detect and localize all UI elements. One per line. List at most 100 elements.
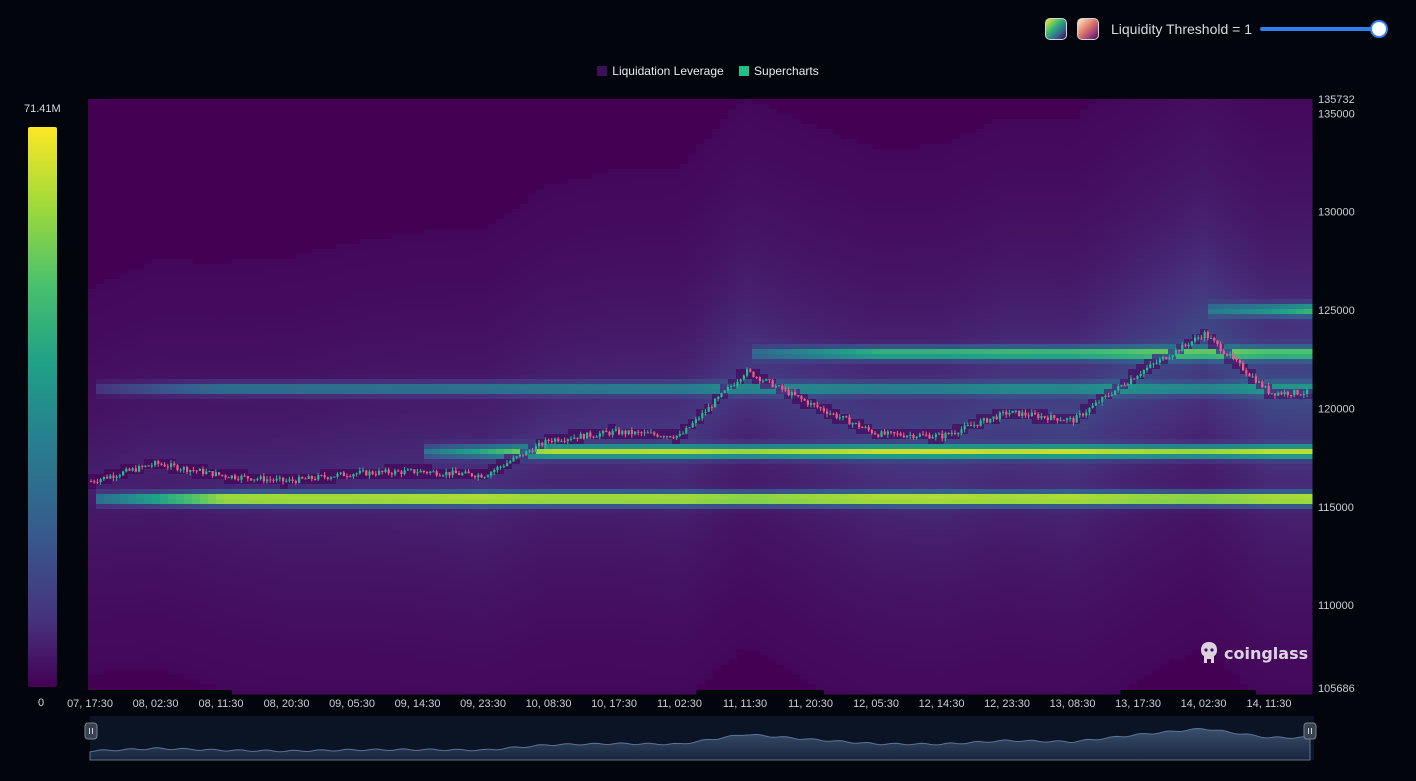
heatmap-cell bbox=[256, 329, 265, 335]
heatmap-cell bbox=[104, 629, 113, 635]
heatmap-cell bbox=[328, 549, 337, 555]
heatmap-cell bbox=[440, 424, 449, 430]
heatmap-cell bbox=[128, 329, 137, 335]
heatmap-cell bbox=[168, 499, 177, 505]
heatmap-cell bbox=[384, 269, 393, 275]
heatmap-cell bbox=[200, 399, 209, 405]
heatmap-cell bbox=[416, 409, 425, 415]
heatmap-cell bbox=[232, 649, 241, 655]
heatmap-cell bbox=[264, 594, 273, 600]
heatmap-cell bbox=[120, 394, 129, 400]
heatmap-cell bbox=[248, 624, 257, 630]
heatmap-cell bbox=[264, 654, 273, 660]
heatmap-cell bbox=[424, 569, 433, 575]
heatmap-cell bbox=[344, 379, 353, 385]
heatmap-cell bbox=[440, 619, 449, 625]
heatmap-cell bbox=[528, 374, 537, 380]
heatmap-cell bbox=[344, 664, 353, 670]
heatmap-cell bbox=[320, 529, 329, 535]
heatmap-cell bbox=[448, 644, 457, 650]
heatmap-cell bbox=[168, 659, 177, 665]
heatmap-cell bbox=[528, 379, 537, 385]
heatmap-cell bbox=[480, 609, 489, 615]
heatmap-cell bbox=[184, 379, 193, 385]
heatmap-cell bbox=[376, 654, 385, 660]
heatmap-cell bbox=[336, 529, 345, 535]
heatmap-cell bbox=[240, 489, 249, 495]
heatmap-cell bbox=[312, 379, 321, 385]
heatmap-cell bbox=[408, 629, 417, 635]
heatmap-cell bbox=[216, 514, 225, 520]
heatmap-cell bbox=[344, 399, 353, 405]
heatmap-cell bbox=[200, 284, 209, 290]
heatmap-cell bbox=[280, 674, 289, 680]
heatmap-cell bbox=[280, 364, 289, 370]
heatmap-cell bbox=[184, 594, 193, 600]
heatmap-cell bbox=[352, 349, 361, 355]
heatmap-cell bbox=[296, 574, 305, 580]
heatmap-cell bbox=[480, 534, 489, 540]
heatmap-cell bbox=[312, 529, 321, 535]
heatmap-cell bbox=[352, 604, 361, 610]
heatmap-cell bbox=[232, 269, 241, 275]
heatmap-cell bbox=[384, 644, 393, 650]
heatmap-cell bbox=[528, 249, 537, 255]
heatmap-cell bbox=[304, 289, 313, 295]
heatmap-cell bbox=[136, 424, 145, 430]
heatmap-cell bbox=[432, 259, 441, 265]
heatmap-cell bbox=[152, 504, 161, 510]
heatmap-cell bbox=[480, 269, 489, 275]
heatmap-cell bbox=[160, 489, 169, 495]
heatmap-cell bbox=[408, 304, 417, 310]
heatmap-cell bbox=[136, 614, 145, 620]
heatmap-cell bbox=[248, 489, 257, 495]
heatmap-cell bbox=[256, 344, 265, 350]
heatmap-cell bbox=[336, 549, 345, 555]
heatmap-cell bbox=[232, 559, 241, 565]
heatmap-cell bbox=[432, 689, 441, 695]
heatmap-cell bbox=[440, 269, 449, 275]
heatmap-cell bbox=[400, 309, 409, 315]
heatmap-area[interactable] bbox=[88, 99, 1313, 695]
heatmap-cell bbox=[168, 639, 177, 645]
heatmap-cell bbox=[344, 654, 353, 660]
heatmap-cell bbox=[384, 404, 393, 410]
heatmap-cell bbox=[96, 399, 105, 405]
heatmap-cell bbox=[184, 554, 193, 560]
heatmap-cell bbox=[336, 539, 345, 545]
heatmap-cell bbox=[240, 564, 249, 570]
heatmap-cell bbox=[304, 304, 313, 310]
heatmap-cell bbox=[272, 329, 281, 335]
heatmap-cell bbox=[408, 434, 417, 440]
heatmap-cell bbox=[248, 319, 257, 325]
heatmap-cell bbox=[280, 304, 289, 310]
heatmap-cell bbox=[296, 469, 305, 475]
heatmap-cell bbox=[168, 449, 177, 455]
heatmap-cell bbox=[400, 579, 409, 585]
heatmap-cell bbox=[504, 489, 513, 495]
heatmap-cell bbox=[128, 449, 137, 455]
heatmap-cell bbox=[448, 434, 457, 440]
heatmap-cell bbox=[304, 479, 313, 485]
heatmap-cell bbox=[312, 614, 321, 620]
heatmap-cell bbox=[480, 574, 489, 580]
heatmap-cell bbox=[504, 579, 513, 585]
heatmap-cell bbox=[376, 384, 385, 390]
heatmap-cell bbox=[408, 419, 417, 425]
heatmap-cell bbox=[504, 509, 513, 515]
heatmap-cell bbox=[248, 404, 257, 410]
heatmap-cell bbox=[480, 679, 489, 685]
heatmap-cell bbox=[120, 659, 129, 665]
heatmap-cell bbox=[384, 239, 393, 245]
heatmap-cell bbox=[288, 304, 297, 310]
heatmap-cell bbox=[160, 339, 169, 345]
heatmap-cell bbox=[136, 639, 145, 645]
heatmap-cell bbox=[432, 264, 441, 270]
heatmap-cell bbox=[200, 289, 209, 295]
heatmap-cell bbox=[504, 389, 513, 395]
heatmap-cell bbox=[520, 409, 529, 415]
heatmap-cell bbox=[152, 599, 161, 605]
heatmap-cell bbox=[512, 589, 521, 595]
heatmap-cell bbox=[408, 584, 417, 590]
heatmap-cell bbox=[136, 529, 145, 535]
